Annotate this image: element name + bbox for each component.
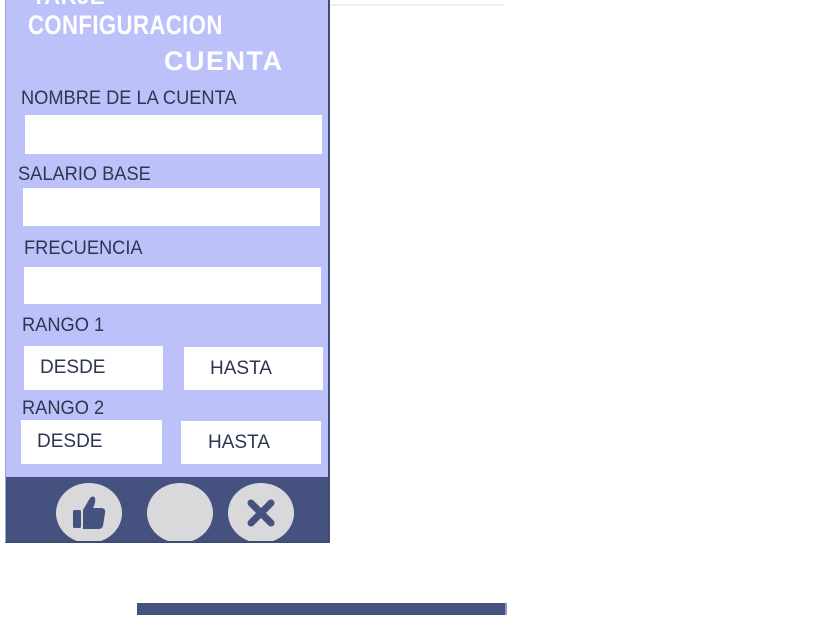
bottom-bar xyxy=(137,603,507,615)
base-salary-label: SALARIO BASE xyxy=(18,164,151,185)
account-name-label: NOMBRE DE LA CUENTA xyxy=(21,88,237,109)
top-divider-line xyxy=(330,4,504,6)
range1-to-input[interactable] xyxy=(184,347,323,390)
close-icon xyxy=(247,499,275,527)
range2-from-input[interactable] xyxy=(21,420,162,464)
clipped-title: TARJE xyxy=(32,0,105,10)
range2-label: RANGO 2 xyxy=(22,398,105,419)
range2-to-input[interactable] xyxy=(181,421,321,464)
action-footer xyxy=(6,477,328,541)
frequency-label: FRECUENCIA xyxy=(24,238,143,259)
page-subtitle: CUENTA xyxy=(164,46,284,76)
base-salary-input[interactable] xyxy=(23,188,320,226)
blank-action-button[interactable] xyxy=(147,483,213,541)
account-name-input[interactable] xyxy=(25,115,322,154)
account-config-panel: TARJE CONFIGURACION CUENTA NOMBRE DE LA … xyxy=(5,0,330,543)
page-title: CONFIGURACION xyxy=(28,10,223,40)
thumbs-up-icon xyxy=(73,496,106,529)
confirm-button[interactable] xyxy=(56,483,122,541)
close-button[interactable] xyxy=(228,483,294,541)
range1-from-input[interactable] xyxy=(24,346,163,390)
range1-label: RANGO 1 xyxy=(22,315,105,336)
frequency-input[interactable] xyxy=(24,267,321,304)
